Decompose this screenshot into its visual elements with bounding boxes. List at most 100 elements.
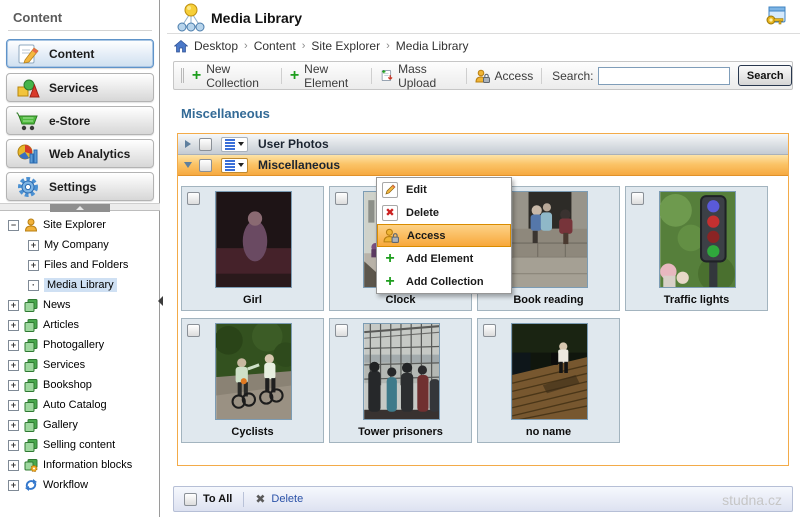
collection-row-user-photos[interactable]: User Photos	[178, 134, 788, 155]
card-checkbox[interactable]	[335, 192, 348, 205]
media-card-cyclists[interactable]: Cyclists	[181, 318, 324, 443]
collection-menu-button-open[interactable]	[221, 158, 248, 173]
tree-item-site-explorer[interactable]: − Site Explorer	[0, 215, 158, 235]
leaf-expander[interactable]: ·	[28, 280, 39, 291]
tree-item-label: Auto Catalog	[43, 399, 107, 411]
card-checkbox[interactable]	[335, 324, 348, 337]
expand-expander[interactable]: +	[8, 400, 19, 411]
toolbar-separator	[281, 68, 282, 84]
expand-expander[interactable]: +	[8, 420, 19, 431]
card-thumbnail[interactable]	[363, 323, 440, 420]
expand-expander[interactable]: +	[8, 480, 19, 491]
menu-item-add-collection[interactable]: + Add Collection	[377, 270, 511, 293]
breadcrumb-item-desktop[interactable]: Desktop	[194, 39, 238, 53]
menu-item-label: Delete	[406, 207, 439, 219]
tree-item-services[interactable]: + Services	[0, 355, 158, 375]
user-photos-checkbox[interactable]	[199, 138, 212, 151]
tree-item-files-and-folders[interactable]: + Files and Folders	[0, 255, 158, 275]
miscellaneous-checkbox[interactable]	[199, 159, 212, 172]
plus-icon: +	[192, 69, 201, 83]
tree-item-news[interactable]: + News	[0, 295, 158, 315]
media-card-girl[interactable]: Girl	[181, 186, 324, 311]
expand-expander[interactable]: +	[8, 360, 19, 371]
tree-item-workflow[interactable]: + Workflow	[0, 475, 158, 495]
menu-item-delete[interactable]: ✖ Delete	[377, 201, 511, 224]
toolbar: + New Collection + New Element Mass Uplo…	[173, 61, 793, 90]
tree-item-gallery[interactable]: + Gallery	[0, 415, 158, 435]
window-key-icon[interactable]	[764, 6, 788, 28]
pages-icon	[24, 298, 38, 312]
card-thumbnail[interactable]	[511, 191, 588, 288]
breadcrumb-item-site-explorer[interactable]: Site Explorer	[311, 39, 380, 53]
tree-item-media-library[interactable]: · Media Library	[0, 275, 158, 295]
collection-label: Miscellaneous	[258, 158, 340, 172]
expand-expander[interactable]: +	[8, 340, 19, 351]
tree-item-articles[interactable]: + Articles	[0, 315, 158, 335]
splitter-grip-icon	[50, 204, 110, 212]
collapse-arrow-icon[interactable]	[184, 162, 192, 168]
tree-item-bookshop[interactable]: + Bookshop	[0, 375, 158, 395]
sidebar-button-label: Web Analytics	[49, 147, 130, 161]
menu-item-label: Edit	[406, 184, 427, 196]
tree-item-information-blocks[interactable]: + Information blocks	[0, 455, 158, 475]
card-caption: Tower prisoners	[330, 426, 471, 438]
expand-arrow-icon[interactable]	[185, 140, 191, 148]
media-card-no-name[interactable]: no name	[477, 318, 620, 443]
new-element-button[interactable]: + New Element	[290, 62, 364, 90]
tree-item-selling-content[interactable]: + Selling content	[0, 435, 158, 455]
sidebar: Content Content Services e-Store Web Ana…	[0, 0, 160, 517]
sidebar-collapse-handle[interactable]	[158, 296, 163, 306]
sidebar-button-web-analytics[interactable]: Web Analytics	[6, 139, 154, 168]
menu-item-label: Add Collection	[406, 276, 484, 288]
expand-expander[interactable]: +	[28, 260, 39, 271]
tree-item-label-selected: Media Library	[44, 278, 117, 292]
collapse-expander[interactable]: −	[8, 220, 19, 231]
search-button[interactable]: Search	[738, 65, 792, 86]
expand-expander[interactable]: +	[8, 440, 19, 451]
collection-menu-button[interactable]	[221, 137, 248, 152]
card-thumbnail[interactable]	[511, 323, 588, 420]
page-title: Media Library	[211, 10, 302, 26]
expand-expander[interactable]: +	[8, 300, 19, 311]
sidebar-button-settings[interactable]: Settings	[6, 172, 154, 201]
new-collection-button[interactable]: + New Collection	[192, 62, 273, 90]
plus-icon: +	[382, 250, 398, 268]
expand-expander[interactable]: +	[28, 240, 39, 251]
sidebar-splitter[interactable]	[0, 203, 160, 211]
tree-item-photogallery[interactable]: + Photogallery	[0, 335, 158, 355]
sidebar-button-services[interactable]: Services	[6, 73, 154, 102]
home-icon[interactable]	[174, 40, 188, 53]
sidebar-button-estore[interactable]: e-Store	[6, 106, 154, 135]
collection-row-miscellaneous[interactable]: Miscellaneous	[178, 155, 788, 176]
tree-item-label: My Company	[44, 239, 109, 251]
tree-item-my-company[interactable]: + My Company	[0, 235, 158, 255]
media-card-traffic-lights[interactable]: Traffic lights	[625, 186, 768, 311]
card-checkbox[interactable]	[631, 192, 644, 205]
breadcrumb-item-media-library[interactable]: Media Library	[396, 39, 469, 53]
breadcrumb-separator: ›	[244, 40, 248, 52]
card-checkbox[interactable]	[187, 192, 200, 205]
access-button[interactable]: Access	[475, 69, 534, 83]
tree-item-auto-catalog[interactable]: + Auto Catalog	[0, 395, 158, 415]
menu-item-access[interactable]: Access	[377, 224, 511, 247]
to-all-checkbox[interactable]	[184, 493, 197, 506]
card-thumbnail[interactable]	[215, 323, 292, 420]
breadcrumb-item-content[interactable]: Content	[254, 39, 296, 53]
menu-item-label: Access	[407, 230, 446, 242]
mass-upload-button[interactable]: Mass Upload	[380, 62, 457, 90]
expand-expander[interactable]: +	[8, 460, 19, 471]
expand-expander[interactable]: +	[8, 380, 19, 391]
card-thumbnail[interactable]	[215, 191, 292, 288]
sidebar-button-content[interactable]: Content	[6, 39, 154, 68]
search-input[interactable]	[598, 67, 730, 85]
menu-item-add-element[interactable]: + Add Element	[377, 247, 511, 270]
main-area: Media Library Desktop › Content › Site E…	[167, 0, 800, 517]
card-checkbox[interactable]	[187, 324, 200, 337]
expand-expander[interactable]: +	[8, 320, 19, 331]
card-checkbox[interactable]	[483, 324, 496, 337]
pages-icon	[24, 338, 38, 352]
card-thumbnail[interactable]	[659, 191, 736, 288]
media-card-tower-prisoners[interactable]: Tower prisoners	[329, 318, 472, 443]
footer-delete-button[interactable]: Delete	[271, 493, 303, 505]
menu-item-edit[interactable]: Edit	[377, 178, 511, 201]
